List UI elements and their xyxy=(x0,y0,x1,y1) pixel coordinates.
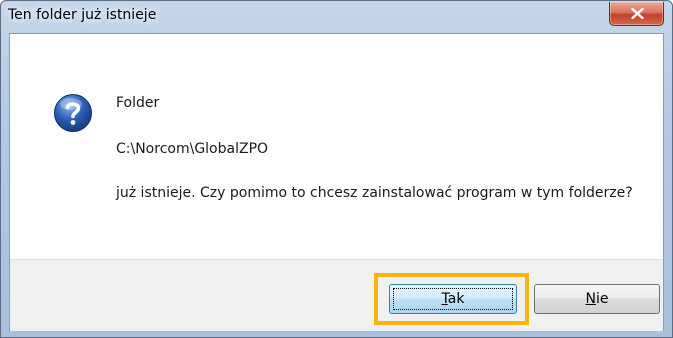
highlight-box xyxy=(374,273,529,325)
close-button[interactable] xyxy=(609,2,664,26)
no-mnemonic: N xyxy=(585,291,596,307)
dialog-window: Ten folder już istnieje Folder C:\Norcom… xyxy=(0,0,673,338)
window-title: Ten folder już istnieje xyxy=(8,7,157,23)
message-path: C:\Norcom\GlobalZPO xyxy=(116,141,269,157)
close-icon xyxy=(631,8,644,19)
no-label: ie xyxy=(595,291,609,307)
message-folder-label: Folder xyxy=(116,95,160,111)
message-question: już istnieje. Czy pomimo to chcesz zains… xyxy=(116,185,633,201)
no-button[interactable]: Nie xyxy=(534,284,660,314)
question-icon xyxy=(54,94,92,132)
title-bar[interactable]: Ten folder już istnieje xyxy=(1,1,672,33)
